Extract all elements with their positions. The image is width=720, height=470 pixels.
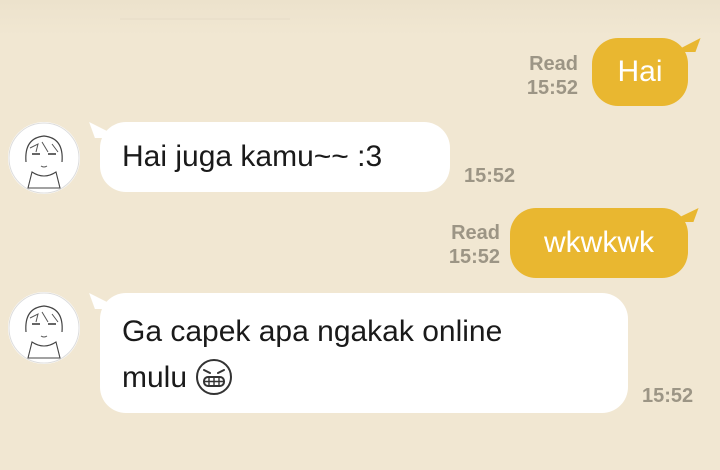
message-text: Hai juga kamu~~ :3 [122, 140, 383, 173]
message-text-line-2: mulu [122, 355, 628, 401]
bubble-tail [669, 208, 699, 222]
read-status: Read [529, 53, 578, 75]
avatar[interactable] [8, 292, 80, 364]
grinning-face-emoji-icon [195, 358, 233, 396]
message-text-line: Ga capek apa ngakak online [122, 315, 503, 348]
message-time: 15:52 [464, 165, 516, 187]
avatar[interactable] [8, 122, 80, 194]
top-divider [120, 18, 290, 20]
message-text: mulu [122, 361, 188, 394]
top-bar-shadow [0, 0, 720, 36]
message-time: 15:52 [526, 77, 578, 99]
message-bubble[interactable]: wkwkwk [510, 208, 688, 278]
message-status-block: Read 15:52 [527, 52, 578, 100]
message-text: Hai [617, 55, 663, 88]
read-status: Read [451, 222, 500, 244]
message-bubble[interactable]: Hai juga kamu~~ :3 [100, 122, 450, 192]
anime-girl-sketch-avatar-icon [8, 292, 80, 364]
anime-girl-sketch-avatar-icon [8, 122, 80, 194]
message-text: wkwkwk [544, 226, 654, 259]
message-time: 15:52 [448, 246, 500, 268]
bubble-tail [673, 38, 701, 52]
message-status-block: Read 15:52 [449, 221, 500, 269]
message-time: 15:52 [642, 385, 694, 407]
message-bubble[interactable]: Ga capek apa ngakak online mulu [100, 293, 628, 413]
